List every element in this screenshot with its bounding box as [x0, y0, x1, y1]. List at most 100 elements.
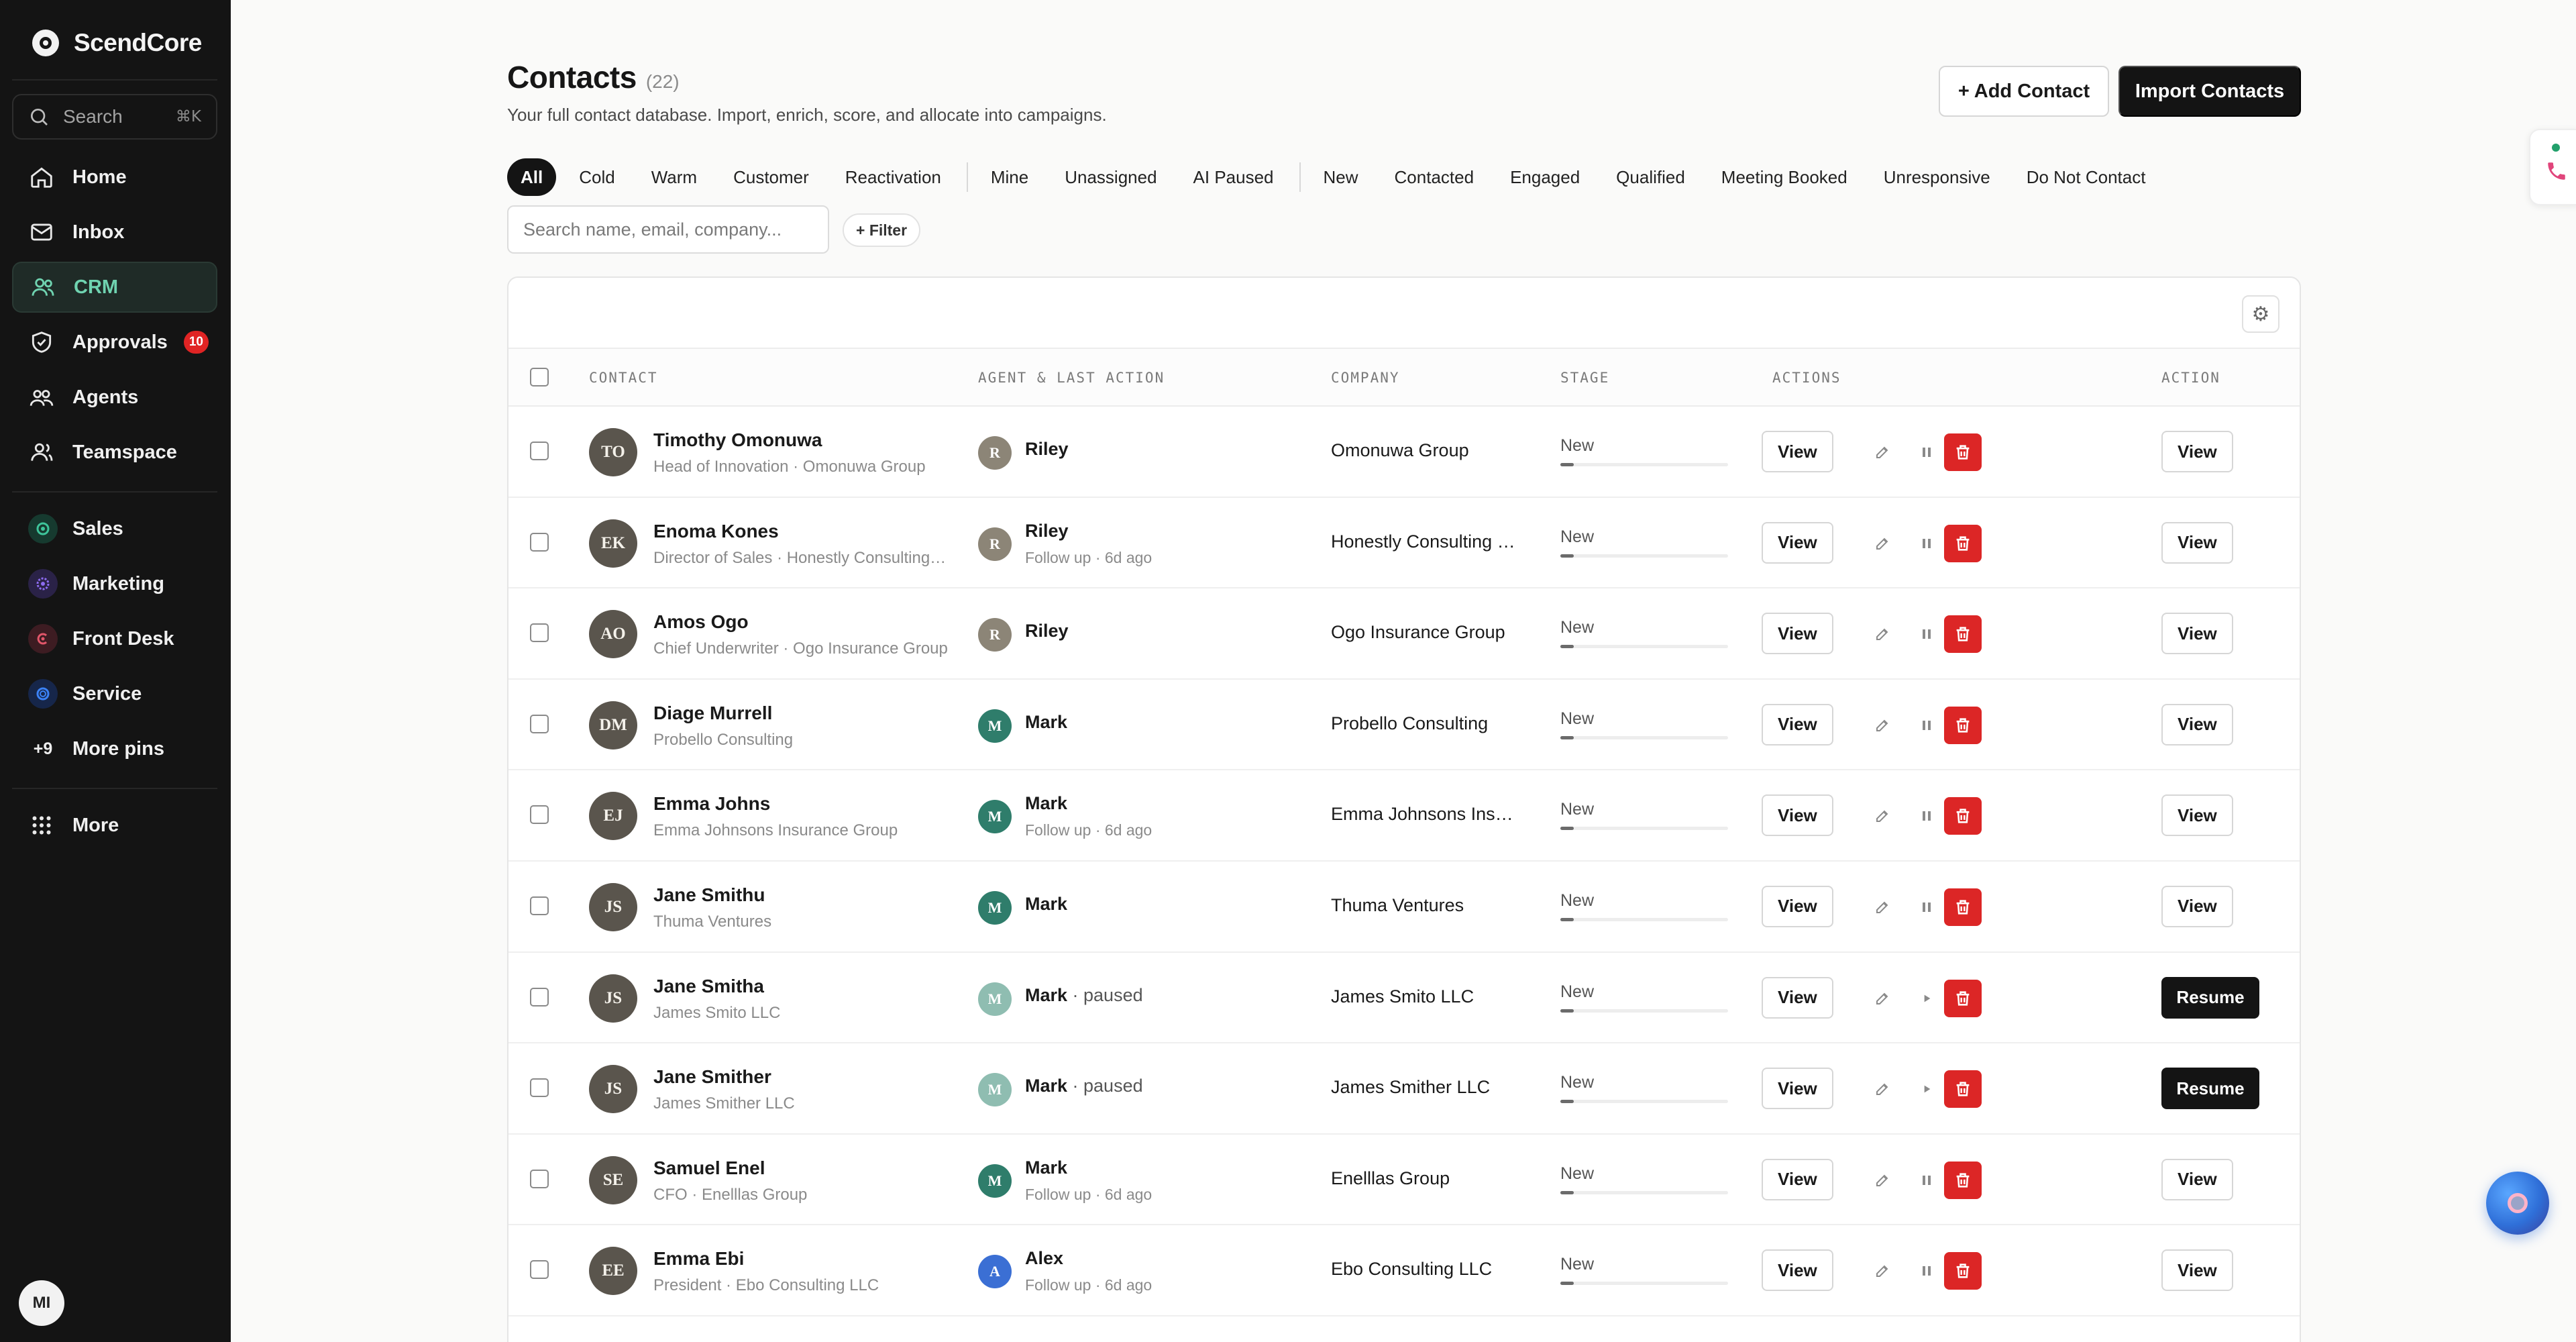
view-button[interactable]: View [1762, 1249, 1833, 1292]
row-checkbox[interactable] [530, 1078, 549, 1098]
contact-name[interactable]: Jane Smithu [653, 884, 765, 906]
delete-button[interactable] [1944, 524, 1982, 562]
pin-service[interactable]: Service [12, 668, 217, 719]
edit-icon[interactable] [1873, 1080, 1892, 1098]
filter-chip[interactable]: Unassigned [1051, 158, 1170, 196]
row-checkbox[interactable] [530, 442, 549, 460]
row-checkbox[interactable] [530, 1260, 549, 1280]
filter-chip[interactable]: Warm [638, 158, 710, 196]
filter-chip[interactable]: Engaged [1497, 158, 1593, 196]
row-action-view-button[interactable]: View [2161, 885, 2233, 927]
nav-item-approvals[interactable]: Approvals 10 [12, 317, 217, 368]
nav-item-more[interactable]: More [12, 800, 217, 851]
filter-chip[interactable]: Cold [566, 158, 628, 196]
table-row[interactable]: EK Enoma Kones Director of Sales · Hones… [508, 498, 2300, 589]
delete-button[interactable] [1944, 797, 1982, 835]
contact-search-input[interactable] [507, 205, 829, 254]
filter-chip[interactable]: Qualified [1603, 158, 1699, 196]
edit-icon[interactable] [1873, 716, 1892, 735]
edit-icon[interactable] [1873, 898, 1892, 917]
table-row[interactable]: JS Jane Smither James Smither LLC M Mark… [508, 1043, 2300, 1135]
contact-name[interactable]: Jane Smither [653, 1066, 771, 1088]
filter-chip[interactable]: Meeting Booked [1708, 158, 1861, 196]
pin-marketing[interactable]: Marketing [12, 558, 217, 609]
pause-icon[interactable] [1917, 625, 1936, 643]
row-action-view-button[interactable]: View [2161, 703, 2233, 745]
edit-icon[interactable] [1873, 1171, 1892, 1190]
column-header-contact[interactable]: CONTACT [589, 349, 658, 407]
contact-name[interactable]: Emma Ebi [653, 1248, 744, 1270]
view-button[interactable]: View [1762, 976, 1833, 1019]
row-checkbox[interactable] [530, 896, 549, 915]
nav-item-agents[interactable]: Agents [12, 372, 217, 423]
filter-chip[interactable]: Reactivation [832, 158, 955, 196]
assistant-fab[interactable] [2486, 1172, 2549, 1235]
row-action-view-button[interactable]: View [2161, 794, 2233, 837]
edit-icon[interactable] [1873, 443, 1892, 462]
view-button[interactable]: View [1762, 1158, 1833, 1200]
nav-item-teamspace[interactable]: Teamspace [12, 427, 217, 478]
user-avatar[interactable]: MI [19, 1280, 64, 1326]
row-action-view-button[interactable]: View [2161, 431, 2233, 472]
sidebar-search[interactable]: Search ⌘K [12, 94, 217, 140]
table-row[interactable]: EE Emma Ebi President · Ebo Consulting L… [508, 1225, 2300, 1317]
contact-name[interactable]: Amos Ogo [653, 611, 749, 633]
pause-icon[interactable] [1917, 1171, 1936, 1190]
pause-icon[interactable] [1917, 807, 1936, 825]
delete-button[interactable] [1944, 1252, 1982, 1290]
filter-chip[interactable]: AI Paused [1180, 158, 1287, 196]
view-button[interactable]: View [1762, 521, 1833, 564]
column-header-agent[interactable]: AGENT & LAST ACTION [978, 349, 1165, 407]
delete-button[interactable] [1944, 706, 1982, 744]
edit-icon[interactable] [1873, 534, 1892, 553]
select-all-checkbox[interactable] [530, 368, 549, 386]
filter-chip[interactable]: Do Not Contact [2013, 158, 2159, 196]
column-header-stage[interactable]: STAGE [1560, 349, 1609, 407]
view-button[interactable]: View [1762, 431, 1833, 472]
pin-front-desk[interactable]: Front Desk [12, 613, 217, 664]
table-row[interactable]: DM Diage Murrell Probello Consulting M M… [508, 680, 2300, 771]
pause-icon[interactable] [1917, 898, 1936, 917]
edit-icon[interactable] [1873, 625, 1892, 643]
table-row[interactable]: EJ Emma Johns Emma Johnsons Insurance Gr… [508, 770, 2300, 862]
nav-item-home[interactable]: Home [12, 152, 217, 203]
pause-icon[interactable] [1917, 1261, 1936, 1280]
edit-icon[interactable] [1873, 989, 1892, 1008]
row-action-view-button[interactable]: View [2161, 613, 2233, 655]
contact-name[interactable]: Diage Murrell [653, 703, 772, 724]
table-row[interactable]: JS Jane Smithu Thuma Ventures M Mark Thu… [508, 862, 2300, 953]
row-checkbox[interactable] [530, 532, 549, 552]
filter-chip[interactable]: Customer [720, 158, 822, 196]
view-button[interactable]: View [1762, 794, 1833, 837]
contact-name[interactable]: Enoma Kones [653, 521, 779, 542]
delete-button[interactable] [1944, 1161, 1982, 1199]
add-filter-button[interactable]: + Filter [843, 213, 921, 247]
view-button[interactable]: View [1762, 1068, 1833, 1110]
delete-button[interactable] [1944, 888, 1982, 926]
filter-chip[interactable]: Mine [977, 158, 1042, 196]
contact-name[interactable]: Timothy Omonuwa [653, 429, 822, 451]
resume-button[interactable]: Resume [2161, 976, 2259, 1019]
row-checkbox[interactable] [530, 987, 549, 1007]
pin-sales[interactable]: Sales [12, 503, 217, 554]
view-button[interactable]: View [1762, 703, 1833, 745]
row-action-view-button[interactable]: View [2161, 1249, 2233, 1292]
table-row[interactable]: SE Samuel Enel CFO · Enelllas Group M Ma… [508, 1135, 2300, 1226]
table-row[interactable]: JS Jane Smitha James Smito LLC M Mark · … [508, 953, 2300, 1044]
delete-button[interactable] [1944, 615, 1982, 654]
filter-chip[interactable]: All [507, 158, 557, 196]
call-widget[interactable] [2529, 129, 2576, 205]
row-checkbox[interactable] [530, 1169, 549, 1188]
view-button[interactable]: View [1762, 613, 1833, 655]
brand[interactable]: ScendCore [32, 27, 202, 59]
view-button[interactable]: View [1762, 885, 1833, 927]
delete-button[interactable] [1944, 979, 1982, 1017]
pause-icon[interactable] [1917, 716, 1936, 735]
pause-icon[interactable] [1917, 534, 1936, 553]
play-icon[interactable] [1917, 989, 1936, 1008]
delete-button[interactable] [1944, 433, 1982, 471]
more-pins[interactable]: +9 More pins [12, 723, 217, 774]
table-row[interactable]: TO Timothy Omonuwa Head of Innovation · … [508, 407, 2300, 498]
filter-chip[interactable]: Contacted [1381, 158, 1488, 196]
row-action-view-button[interactable]: View [2161, 1158, 2233, 1200]
